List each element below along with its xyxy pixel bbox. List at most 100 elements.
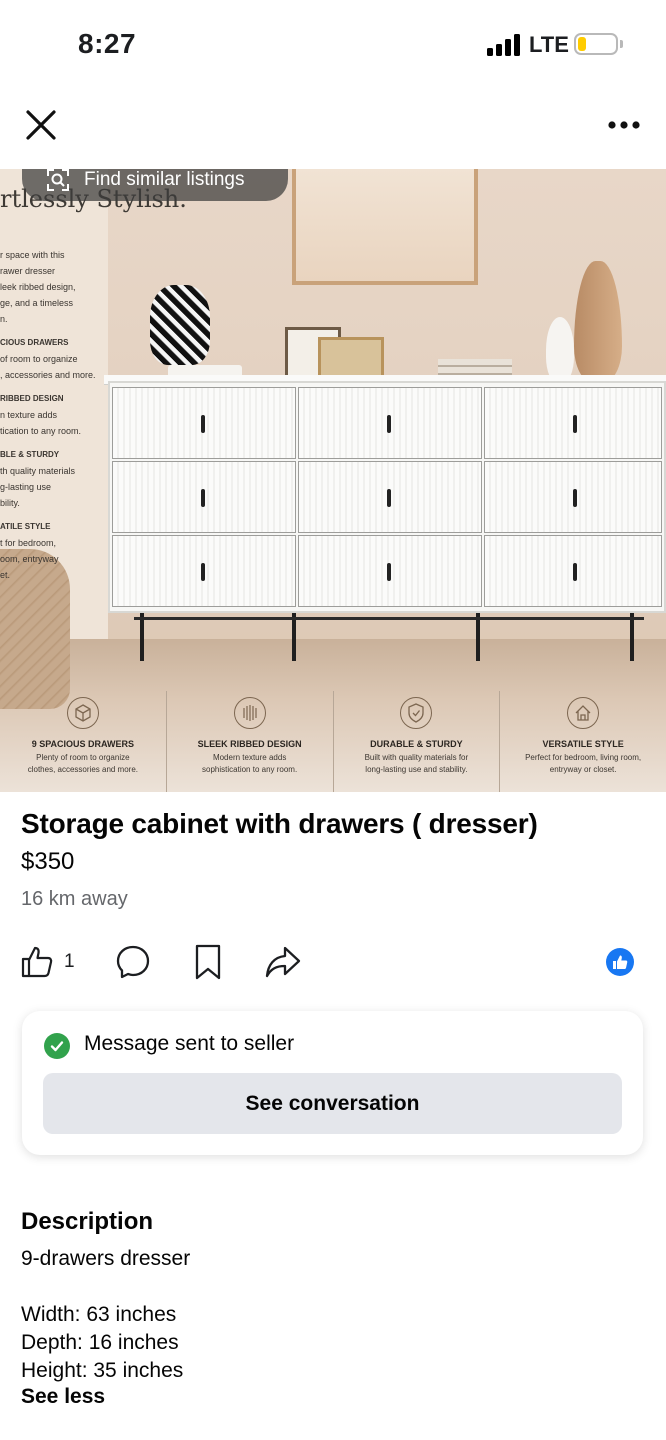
photo-white-vase xyxy=(546,317,574,383)
feature-title: 9 SPACIOUS DRAWERS xyxy=(31,739,135,749)
like-count: 1 xyxy=(64,951,75,972)
like-button[interactable]: 1 xyxy=(20,942,75,982)
drawer xyxy=(298,461,482,533)
description-body: 9-drawers dresser Width: 63 inches Depth… xyxy=(21,1245,190,1385)
feature-title: SLEEK RIBBED DESIGN xyxy=(197,739,302,749)
share-button[interactable] xyxy=(264,942,302,982)
side-line: t for bedroom, xyxy=(0,538,57,548)
side-line: tication to any room. xyxy=(0,426,82,436)
feature-desc: Perfect for bedroom, living room, entryw… xyxy=(525,753,642,774)
side-line: n texture adds xyxy=(0,410,58,420)
dresser-leg-bar xyxy=(134,617,644,620)
comment-button[interactable] xyxy=(114,942,152,982)
side-line: , accessories and more. xyxy=(0,370,96,380)
side-line: n. xyxy=(0,314,8,324)
listing-title: Storage cabinet with drawers ( dresser) xyxy=(21,808,538,839)
photo-zebra-figurine xyxy=(150,285,210,365)
feature-title: DURABLE & STURDY xyxy=(370,739,463,749)
drawer xyxy=(484,461,662,533)
description-line: Depth: 16 inches xyxy=(21,1331,179,1354)
feature-title: VERSATILE STYLE xyxy=(542,739,624,749)
see-less-link[interactable]: See less xyxy=(21,1385,105,1409)
drawer-handle xyxy=(387,489,391,507)
side-feature-title: BLE & STURDY xyxy=(0,450,60,459)
side-feature-title: ATILE STYLE xyxy=(0,522,51,531)
listing-photo[interactable]: rtlessly Stylish. r space with this rawe… xyxy=(0,169,666,792)
description-line: Width: 63 inches xyxy=(21,1303,177,1326)
visual-search-icon xyxy=(47,169,69,191)
drawer-handle xyxy=(201,489,205,507)
see-conversation-button[interactable]: See conversation xyxy=(43,1073,622,1134)
save-button[interactable] xyxy=(193,942,223,982)
status-time: 8:27 xyxy=(78,28,137,59)
feature-item: 9 SPACIOUS DRAWERS Plenty of room to org… xyxy=(0,691,167,792)
close-button[interactable] xyxy=(20,104,62,146)
message-sent-card: Message sent to seller See conversation xyxy=(22,1011,643,1155)
signal-icon xyxy=(487,34,521,56)
side-line: oom, entryway xyxy=(0,554,59,564)
dresser-leg xyxy=(630,613,634,661)
find-similar-label: Find similar listings xyxy=(84,169,245,190)
facebook-like-badge-icon xyxy=(606,948,634,976)
drawer xyxy=(112,387,296,459)
side-line: of room to organize xyxy=(0,354,78,364)
listing-distance: 16 km away xyxy=(21,888,128,910)
side-line: leek ribbed design, xyxy=(0,282,76,292)
drawer-handle xyxy=(201,563,205,581)
photo-feature-strip: 9 SPACIOUS DRAWERS Plenty of room to org… xyxy=(0,691,666,792)
feature-item: SLEEK RIBBED DESIGN Modern texture adds … xyxy=(167,691,334,792)
side-line: et. xyxy=(0,570,11,580)
more-horizontal-icon xyxy=(608,121,640,129)
side-line: rawer dresser xyxy=(0,266,56,276)
action-bar: 1 xyxy=(0,942,666,984)
network-label: LTE xyxy=(529,32,569,57)
close-icon xyxy=(26,110,56,140)
bookmark-icon xyxy=(195,944,221,980)
drawer-handle xyxy=(573,415,577,433)
ribbed-circle-icon xyxy=(233,697,266,729)
status-bar: 8:27 LTE xyxy=(0,0,666,90)
drawer xyxy=(298,535,482,607)
side-feature-title: CIOUS DRAWERS xyxy=(0,338,69,347)
drawer xyxy=(298,387,482,459)
dresser-leg xyxy=(292,613,296,661)
dresser-leg xyxy=(476,613,480,661)
side-feature-title: RIBBED DESIGN xyxy=(0,394,64,403)
description-line xyxy=(21,1273,190,1301)
home-icon xyxy=(567,697,600,729)
photo-tan-vase xyxy=(574,261,622,383)
feature-desc: Plenty of room to organize clothes, acce… xyxy=(27,753,139,774)
drawer-handle xyxy=(573,563,577,581)
thumbs-up-icon xyxy=(21,946,53,978)
battery-tip xyxy=(620,40,623,48)
description-heading: Description xyxy=(21,1208,154,1235)
side-line: th quality materials xyxy=(0,466,76,476)
feature-item: VERSATILE STYLE Perfect for bedroom, liv… xyxy=(500,691,666,792)
drawer xyxy=(484,387,662,459)
photo-mirror xyxy=(292,169,478,285)
feature-item: DURABLE & STURDY Built with quality mate… xyxy=(334,691,501,792)
message-status: Message sent to seller xyxy=(84,1032,295,1055)
drawer-handle xyxy=(387,563,391,581)
check-circle-icon xyxy=(44,1033,70,1059)
description-line: 9-drawers dresser xyxy=(21,1247,191,1270)
drawer xyxy=(112,461,296,533)
drawer xyxy=(484,535,662,607)
share-icon xyxy=(265,946,301,978)
battery-icon xyxy=(574,33,618,55)
cube-icon xyxy=(66,697,99,729)
side-line: r space with this xyxy=(0,250,65,260)
drawer-handle xyxy=(573,489,577,507)
shield-check-icon xyxy=(400,697,433,729)
side-line: bility. xyxy=(0,498,20,508)
side-line: g-lasting use xyxy=(0,482,52,492)
side-line: ge, and a timeless xyxy=(0,298,74,308)
feature-desc: Built with quality materials for long-la… xyxy=(364,753,469,774)
photo-side-text: r space with this rawer dresser leek rib… xyxy=(0,247,104,583)
description-line: Height: 35 inches xyxy=(21,1359,184,1382)
more-options-button[interactable] xyxy=(600,108,648,142)
comment-icon xyxy=(116,945,150,979)
drawer-handle xyxy=(387,415,391,433)
find-similar-listings-button[interactable]: Find similar listings xyxy=(22,169,288,201)
drawer-handle xyxy=(201,415,205,433)
